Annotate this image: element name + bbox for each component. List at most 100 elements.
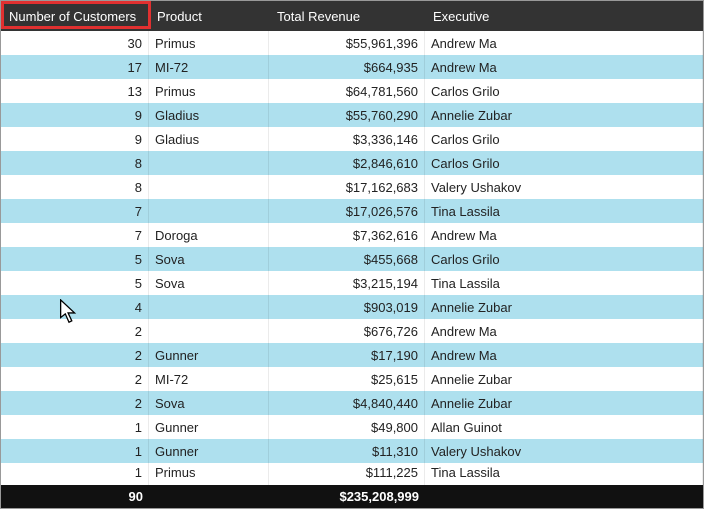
cell-executive: Andrew Ma: [425, 31, 703, 55]
cell-executive: Allan Guinot: [425, 415, 703, 439]
cell-revenue: $55,760,290: [269, 103, 425, 127]
total-executive: [425, 485, 703, 508]
cell-number: 9: [1, 103, 149, 127]
cell-product: [149, 175, 269, 199]
table-row[interactable]: 5Sova$455,668Carlos Grilo: [1, 247, 703, 271]
cell-revenue: $676,726: [269, 319, 425, 343]
cell-revenue: $7,362,616: [269, 223, 425, 247]
table-row[interactable]: 2 $676,726Andrew Ma: [1, 319, 703, 343]
cell-product: [149, 319, 269, 343]
cell-product: Primus: [149, 79, 269, 103]
cell-revenue: $903,019: [269, 295, 425, 319]
table-row[interactable]: 7 $17,026,576Tina Lassila: [1, 199, 703, 223]
cell-revenue: $49,800: [269, 415, 425, 439]
cell-number: 17: [1, 55, 149, 79]
cell-executive: Carlos Grilo: [425, 247, 703, 271]
total-number: 90: [1, 485, 149, 508]
cell-number: 30: [1, 31, 149, 55]
cell-executive: Tina Lassila: [425, 463, 703, 485]
cell-product: Gladius: [149, 103, 269, 127]
table-row[interactable]: 1Gunner$49,800Allan Guinot: [1, 415, 703, 439]
cell-product: Primus: [149, 31, 269, 55]
cell-number: 2: [1, 343, 149, 367]
cell-number: 8: [1, 175, 149, 199]
cell-executive: Carlos Grilo: [425, 151, 703, 175]
col-header-total-revenue[interactable]: Total Revenue: [269, 1, 425, 31]
cell-revenue: $17,190: [269, 343, 425, 367]
table-totals-row: 90 $235,208,999: [1, 485, 703, 508]
table-row[interactable]: 9Gladius$55,760,290Annelie Zubar: [1, 103, 703, 127]
table-row[interactable]: 17MI-72$664,935Andrew Ma: [1, 55, 703, 79]
cell-product: Gunner: [149, 415, 269, 439]
cell-revenue: $455,668: [269, 247, 425, 271]
cell-revenue: $2,846,610: [269, 151, 425, 175]
cell-executive: Carlos Grilo: [425, 79, 703, 103]
cell-product: Sova: [149, 391, 269, 415]
cell-executive: Tina Lassila: [425, 199, 703, 223]
table-visual: Number of Customers Product Total Revenu…: [0, 0, 704, 509]
cell-executive: Andrew Ma: [425, 55, 703, 79]
cell-number: 7: [1, 223, 149, 247]
table-header-row: Number of Customers Product Total Revenu…: [1, 1, 703, 31]
cell-revenue: $4,840,440: [269, 391, 425, 415]
table-row[interactable]: 5Sova$3,215,194Tina Lassila: [1, 271, 703, 295]
cell-executive: Valery Ushakov: [425, 439, 703, 463]
table-body[interactable]: 30Primus$55,961,396Andrew Ma17MI-72$664,…: [1, 31, 703, 485]
cell-revenue: $3,336,146: [269, 127, 425, 151]
cell-product: Sova: [149, 271, 269, 295]
cell-number: 5: [1, 247, 149, 271]
cell-product: Gunner: [149, 343, 269, 367]
total-product: [149, 485, 269, 508]
col-header-executive[interactable]: Executive: [425, 1, 703, 31]
table-row[interactable]: 2Sova$4,840,440Annelie Zubar: [1, 391, 703, 415]
cell-executive: Annelie Zubar: [425, 295, 703, 319]
total-revenue: $235,208,999: [269, 485, 425, 508]
cell-product: MI-72: [149, 367, 269, 391]
cell-product: Primus: [149, 463, 269, 485]
table-row[interactable]: 2MI-72$25,615Annelie Zubar: [1, 367, 703, 391]
cell-number: 4: [1, 295, 149, 319]
cell-product: Gladius: [149, 127, 269, 151]
cell-product: [149, 199, 269, 223]
table-row[interactable]: 30Primus$55,961,396Andrew Ma: [1, 31, 703, 55]
cell-number: 2: [1, 319, 149, 343]
cell-executive: Annelie Zubar: [425, 103, 703, 127]
cell-number: 1: [1, 463, 149, 485]
cell-executive: Annelie Zubar: [425, 367, 703, 391]
table-row[interactable]: 9Gladius$3,336,146Carlos Grilo: [1, 127, 703, 151]
table-row[interactable]: 1Gunner$11,310Valery Ushakov: [1, 439, 703, 463]
cell-executive: Tina Lassila: [425, 271, 703, 295]
col-header-number-of-customers[interactable]: Number of Customers: [1, 1, 149, 31]
table-row[interactable]: 8$17,162,683Valery Ushakov: [1, 175, 703, 199]
table-row[interactable]: 13Primus$64,781,560Carlos Grilo: [1, 79, 703, 103]
cell-executive: Annelie Zubar: [425, 391, 703, 415]
table-row[interactable]: 7Doroga$7,362,616Andrew Ma: [1, 223, 703, 247]
cell-product: MI-72: [149, 55, 269, 79]
cell-revenue: $55,961,396: [269, 31, 425, 55]
cell-number: 1: [1, 439, 149, 463]
cell-product: [149, 295, 269, 319]
table-row[interactable]: 1 Primus $111,225 Tina Lassila: [1, 463, 703, 485]
cell-executive: Andrew Ma: [425, 319, 703, 343]
cell-number: 8: [1, 151, 149, 175]
cell-number: 5: [1, 271, 149, 295]
table-row[interactable]: 4 $903,019Annelie Zubar: [1, 295, 703, 319]
cell-revenue: $17,026,576: [269, 199, 425, 223]
cell-number: 9: [1, 127, 149, 151]
cell-product: Doroga: [149, 223, 269, 247]
cell-number: 7: [1, 199, 149, 223]
cell-revenue: $25,615: [269, 367, 425, 391]
table-row[interactable]: 2Gunner$17,190Andrew Ma: [1, 343, 703, 367]
cell-executive: Andrew Ma: [425, 343, 703, 367]
cell-number: 2: [1, 367, 149, 391]
col-header-product[interactable]: Product: [149, 1, 269, 31]
cell-executive: Andrew Ma: [425, 223, 703, 247]
table-row[interactable]: 8 $2,846,610Carlos Grilo: [1, 151, 703, 175]
cell-revenue: $664,935: [269, 55, 425, 79]
cell-revenue: $64,781,560: [269, 79, 425, 103]
cell-revenue: $11,310: [269, 439, 425, 463]
cell-number: 2: [1, 391, 149, 415]
cell-executive: Carlos Grilo: [425, 127, 703, 151]
cell-revenue: $111,225: [269, 463, 425, 485]
cell-product: Sova: [149, 247, 269, 271]
